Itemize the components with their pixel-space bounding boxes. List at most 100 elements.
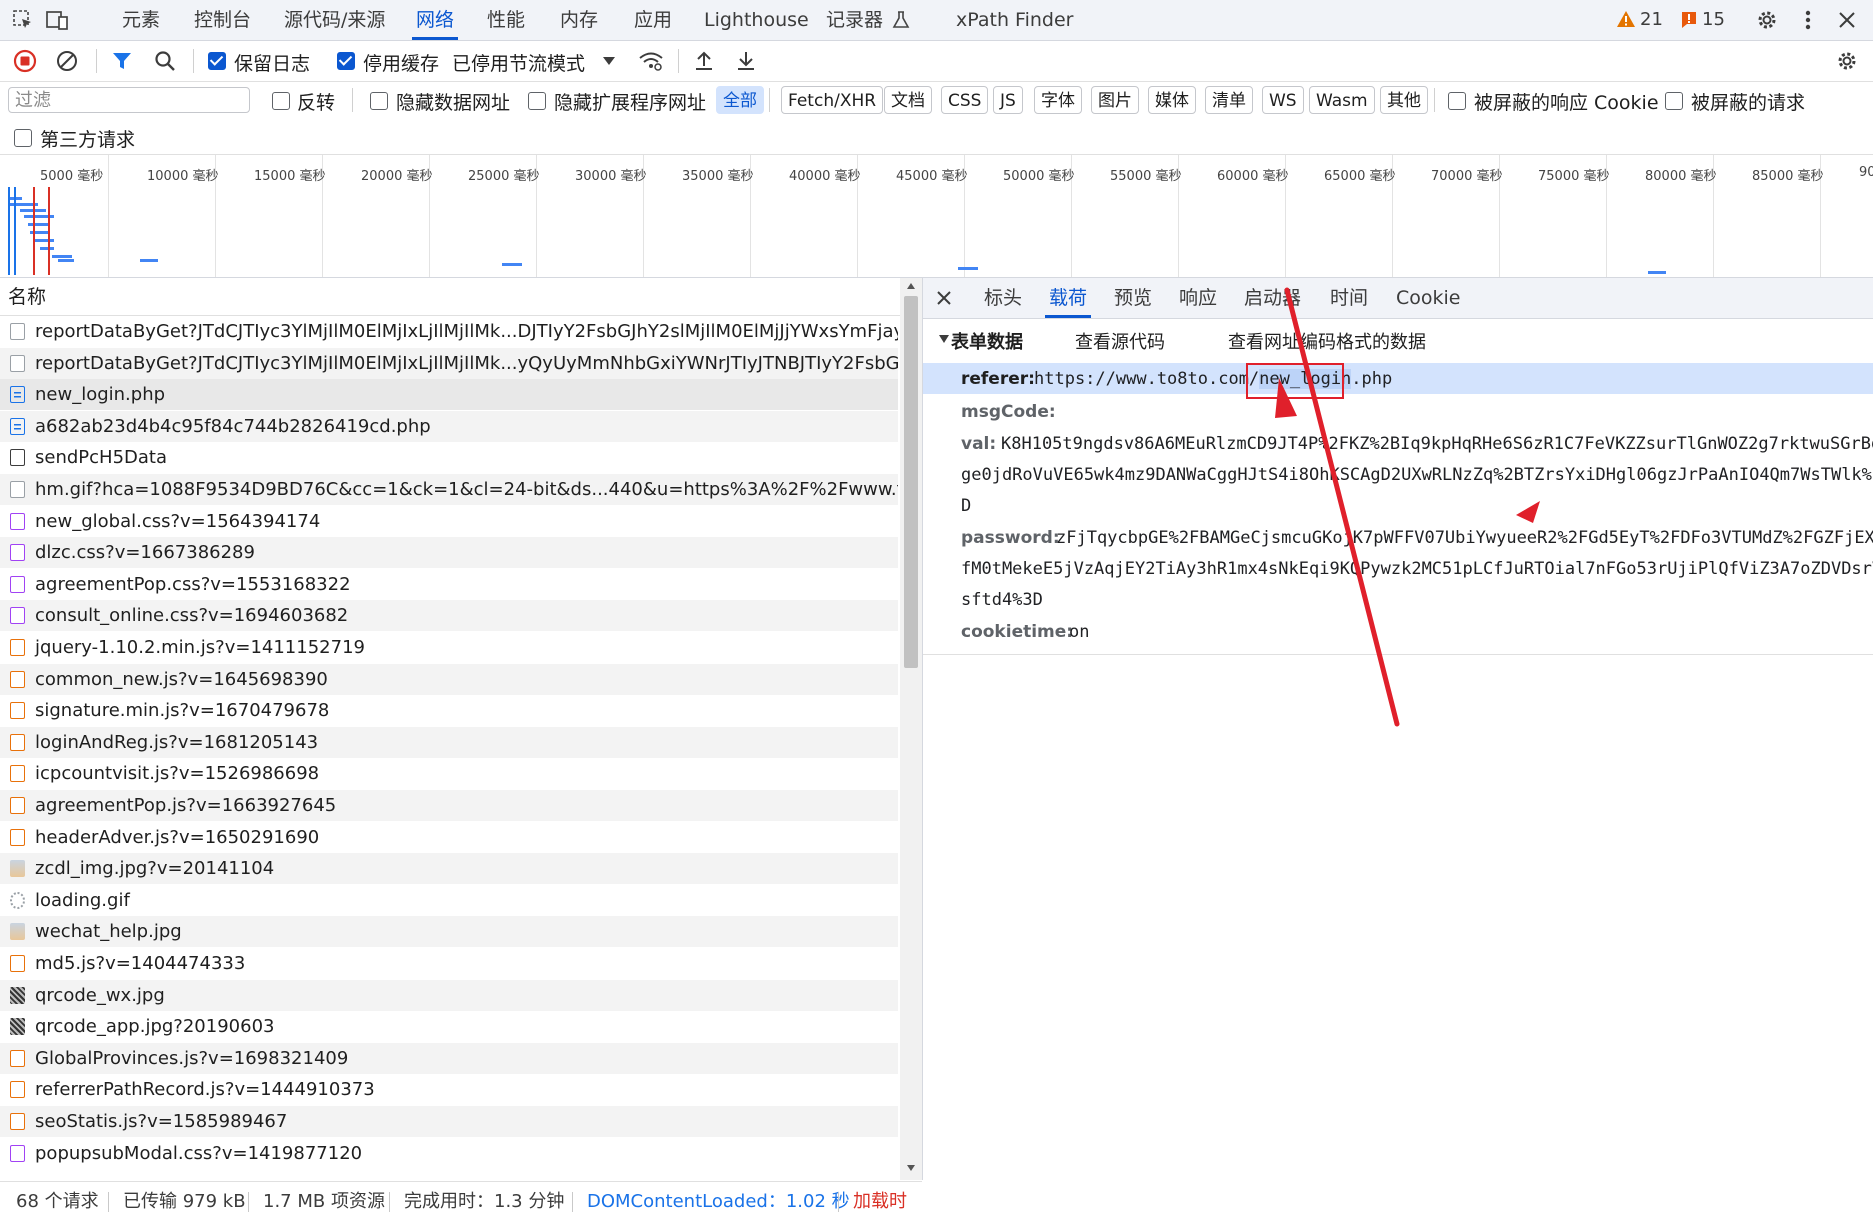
tab-network[interactable]: 网络 [411, 0, 459, 40]
request-row[interactable]: reportDataByGet?JTdCJTIyc3YlMjIlM0ElMjIx… [0, 347, 898, 379]
request-row[interactable]: icpcountvisit.js?v=1526986698 [0, 758, 898, 789]
request-row[interactable]: signature.min.js?v=1670479678 [0, 695, 898, 726]
third-party-label: 第三方请求 [40, 129, 136, 151]
device-toolbar-icon[interactable] [42, 5, 72, 35]
chevron-down-icon[interactable] [602, 56, 616, 66]
status-bar: 68 个请求 已传输 979 kB 1.7 MB 项资源 完成用时：1.3 分钟… [0, 1181, 922, 1222]
search-icon[interactable] [150, 46, 180, 76]
type-filter-wasm[interactable]: Wasm [1309, 86, 1375, 114]
filter-input[interactable]: 过滤 [8, 87, 250, 113]
invert-checkbox[interactable] [272, 92, 290, 110]
request-row[interactable]: seoStatis.js?v=1585989467 [0, 1106, 898, 1137]
tab-console[interactable]: 控制台 [194, 0, 251, 40]
disable-cache-label: 停用缓存 [363, 53, 440, 75]
request-row[interactable]: a682ab23d4b4c95f84c744b2826419cd.php [0, 410, 898, 442]
type-filter-media[interactable]: 媒体 [1148, 86, 1196, 114]
disable-cache-checkbox[interactable] [337, 52, 355, 70]
request-row[interactable]: new_login.php [0, 379, 898, 411]
tab-application[interactable]: 应用 [634, 0, 672, 40]
tab-elements[interactable]: 元素 [122, 0, 160, 40]
network-settings-gear-icon[interactable] [1832, 46, 1862, 76]
type-filter-manifest[interactable]: 清单 [1205, 86, 1253, 114]
type-filter-fetch-xhr[interactable]: Fetch/XHR [781, 86, 884, 114]
request-row[interactable]: sendPcH5Data [0, 442, 898, 473]
request-row[interactable]: zcdl_img.jpg?v=20141104 [0, 853, 898, 885]
scrollbar-thumb[interactable] [904, 296, 918, 668]
request-row[interactable]: new_global.css?v=1564394174 [0, 506, 898, 537]
issues-count[interactable]: 15 [1702, 9, 1725, 30]
request-row[interactable]: loading.gif [0, 885, 898, 916]
request-row[interactable]: common_new.js?v=1645698390 [0, 663, 898, 695]
request-list-scrollbar[interactable] [900, 278, 922, 1180]
scroll-down-arrow-icon[interactable] [906, 1164, 916, 1172]
export-har-download-icon[interactable] [731, 46, 761, 76]
network-conditions-wifi-icon[interactable] [636, 46, 666, 76]
record-stop-icon[interactable] [10, 46, 40, 76]
stylesheet-icon [10, 575, 25, 593]
blocked-response-cookies-checkbox[interactable] [1448, 92, 1466, 110]
import-har-upload-icon[interactable] [689, 46, 719, 76]
request-row[interactable]: md5.js?v=1404474333 [0, 948, 898, 979]
request-row[interactable]: consult_online.css?v=1694603682 [0, 600, 898, 632]
request-name: common_new.js?v=1645698390 [35, 668, 328, 690]
tab-performance[interactable]: 性能 [487, 0, 525, 40]
request-row[interactable]: jquery-1.10.2.min.js?v=1411152719 [0, 632, 898, 663]
close-devtools-icon[interactable] [1832, 5, 1862, 35]
type-filter-ws[interactable]: WS [1262, 86, 1304, 114]
more-options-icon[interactable] [1793, 5, 1823, 35]
request-row[interactable]: hm.gif?hca=1088F9534D9BD76C&cc=1&ck=1&cl… [0, 474, 898, 505]
throttling-select[interactable]: 已停用节流模式 [452, 49, 585, 76]
request-name: loading.gif [35, 889, 130, 911]
tab-sources[interactable]: 源代码/来源 [284, 0, 385, 40]
tab-lighthouse[interactable]: Lighthouse [704, 0, 809, 40]
request-name: GlobalProvinces.js?v=1698321409 [35, 1047, 349, 1069]
request-row[interactable]: headerAdver.js?v=1650291690 [0, 822, 898, 853]
request-row[interactable]: popupsubModal.css?v=1419877120 [0, 1138, 898, 1169]
hide-data-urls-checkbox[interactable] [370, 92, 388, 110]
blocked-requests-checkbox[interactable] [1665, 92, 1683, 110]
request-row[interactable]: agreementPop.css?v=1553168322 [0, 569, 898, 600]
type-filter-all[interactable]: 全部 [716, 86, 764, 114]
request-row[interactable]: wechat_help.jpg [0, 916, 898, 948]
request-row[interactable]: GlobalProvinces.js?v=1698321409 [0, 1042, 898, 1074]
warning-count[interactable]: 21 [1640, 9, 1663, 30]
type-filter-img[interactable]: 图片 [1091, 86, 1139, 114]
type-filter-css[interactable]: CSS [941, 86, 989, 114]
overview-activity-bar [28, 223, 50, 226]
script-icon [10, 828, 25, 846]
type-filter-other[interactable]: 其他 [1380, 86, 1428, 114]
overview-tick-label: 85000 毫秒 [1752, 169, 1824, 184]
filter-funnel-icon[interactable] [107, 46, 137, 76]
settings-gear-icon[interactable] [1752, 5, 1782, 35]
request-row[interactable]: referrerPathRecord.js?v=1444910373 [0, 1074, 898, 1105]
request-row[interactable]: loginAndReg.js?v=1681205143 [0, 726, 898, 758]
inspect-element-icon[interactable] [8, 5, 38, 35]
request-row[interactable]: qrcode_app.jpg?20190603 [0, 1011, 898, 1042]
name-column-header[interactable]: 名称 [0, 278, 905, 316]
request-row[interactable]: reportDataByGet?JTdCJTIyc3YlMjIlM0ElMjIx… [0, 316, 898, 347]
tab-recorder[interactable]: 记录器 [826, 0, 883, 40]
type-filter-js[interactable]: JS [993, 86, 1023, 114]
request-row[interactable]: qrcode_wx.jpg [0, 979, 898, 1011]
network-overview-timeline[interactable]: 5000 毫秒 10000 毫秒 15000 毫秒 20000 毫秒 25000 毫秒 3… [0, 155, 1873, 278]
request-name: headerAdver.js?v=1650291690 [35, 826, 320, 848]
type-filter-doc[interactable]: 文档 [884, 86, 932, 114]
scroll-up-arrow-icon[interactable] [906, 282, 916, 290]
request-row[interactable]: agreementPop.js?v=1663927645 [0, 790, 898, 821]
network-toolbar: 保留日志 停用缓存 已停用节流模式 [0, 41, 1873, 82]
hide-extension-urls-checkbox[interactable] [528, 92, 546, 110]
clear-icon[interactable] [52, 46, 82, 76]
annotation-arrow-head [1275, 378, 1297, 418]
third-party-checkbox[interactable] [14, 129, 32, 147]
warning-icon[interactable] [1616, 9, 1636, 29]
tab-memory[interactable]: 内存 [560, 0, 598, 40]
request-name: reportDataByGet?JTdCJTIyc3YlMjIlM0ElMjIx… [35, 321, 898, 342]
issues-icon[interactable] [1680, 10, 1698, 30]
overview-activity-bar [40, 247, 54, 250]
tab-xpath-finder[interactable]: xPath Finder [956, 0, 1073, 40]
type-filter-font[interactable]: 字体 [1034, 86, 1082, 114]
request-row[interactable]: dlzc.css?v=1667386289 [0, 537, 898, 569]
preserve-log-checkbox[interactable] [208, 52, 226, 70]
overview-tick-label: 5000 毫秒 [40, 169, 104, 184]
request-name: icpcountvisit.js?v=1526986698 [35, 763, 320, 785]
